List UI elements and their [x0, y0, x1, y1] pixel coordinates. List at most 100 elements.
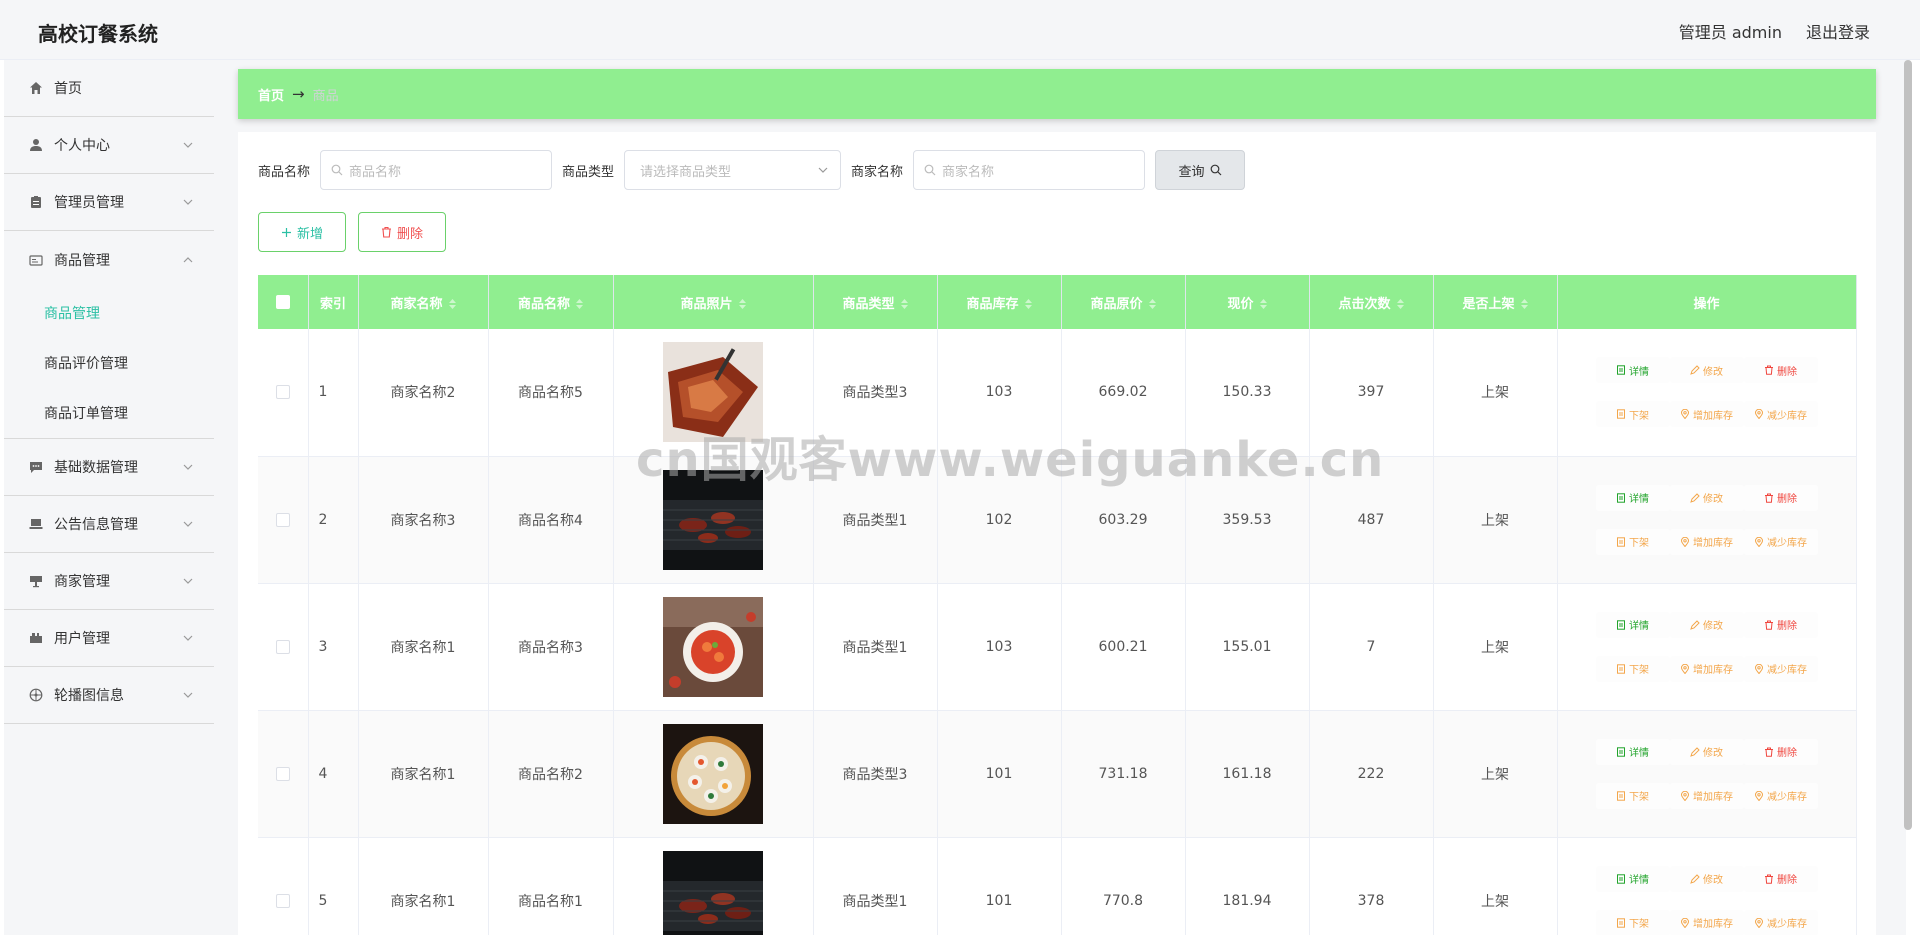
sidebar-subitem-product-review[interactable]: 商品评价管理	[4, 338, 214, 388]
add-button[interactable]: 新增	[258, 212, 346, 252]
document-icon	[1617, 409, 1625, 419]
off-shelf-button[interactable]: 下架	[1595, 401, 1670, 428]
detail-button-label: 详情	[1629, 875, 1649, 886]
col-header-status[interactable]: 是否上架	[1433, 275, 1558, 329]
trash-icon	[1765, 493, 1773, 503]
col-header-type[interactable]: 商品类型	[813, 275, 938, 329]
sidebar-item-carousel[interactable]: 轮播图信息	[4, 667, 214, 724]
edit-button[interactable]: 修改	[1669, 738, 1744, 765]
row-clicks: 7	[1309, 583, 1434, 711]
vertical-scrollbar[interactable]	[1904, 60, 1912, 830]
row-checkbox[interactable]	[275, 766, 290, 781]
delete-row-button-label: 删除	[1777, 494, 1797, 505]
select-all-checkbox[interactable]	[275, 295, 290, 309]
add-stock-button[interactable]: 增加库存	[1669, 909, 1744, 935]
col-header-label: 商品名称	[517, 296, 570, 312]
sidebar-item-label: 用户管理	[54, 631, 110, 647]
delete-button[interactable]: 删除	[358, 212, 446, 252]
add-stock-button[interactable]: 增加库存	[1669, 655, 1744, 682]
off-shelf-button[interactable]: 下架	[1595, 655, 1670, 682]
laptop-icon	[28, 516, 44, 532]
row-checkbox[interactable]	[275, 639, 290, 654]
delete-row-button[interactable]: 删除	[1743, 357, 1818, 384]
breadcrumb-home[interactable]: 首页	[258, 85, 284, 104]
row-status: 上架	[1433, 837, 1558, 935]
col-header-orig-price[interactable]: 商品原价	[1061, 275, 1186, 329]
sidebar-subitem-product-order[interactable]: 商品订单管理	[4, 388, 214, 438]
edit-button[interactable]: 修改	[1669, 357, 1744, 384]
sidebar-item-notice[interactable]: 公告信息管理	[4, 496, 214, 553]
sidebar-item-products[interactable]: 商品管理	[4, 231, 214, 288]
main-area: 首页 → 商品 商品名称 商品名称 商品类型 请选择商品类型 商家名称 商家名称…	[214, 60, 1906, 935]
add-stock-button-label: 增加库存	[1693, 665, 1733, 676]
product-photo	[663, 850, 763, 935]
row-checkbox[interactable]	[275, 893, 290, 908]
logout-link[interactable]: 退出登录	[1806, 19, 1870, 43]
row-checkbox[interactable]	[275, 512, 290, 527]
detail-button-label: 详情	[1629, 748, 1649, 759]
sidebar-item-base-data[interactable]: 基础数据管理	[4, 439, 214, 496]
delete-row-button[interactable]: 删除	[1743, 738, 1818, 765]
edit-button[interactable]: 修改	[1669, 611, 1744, 638]
reduce-stock-button[interactable]: 减少库存	[1743, 782, 1818, 809]
add-stock-button[interactable]: 增加库存	[1669, 528, 1744, 555]
delete-row-button[interactable]: 删除	[1743, 611, 1818, 638]
pencil-icon	[1690, 873, 1700, 884]
sidebar-item-merchant[interactable]: 商家管理	[4, 553, 214, 610]
sidebar: 首页 个人中心 管理员管理 商品管理 商品管理 商品评价管理 商品订单管理 基础…	[4, 60, 214, 935]
merchant-name-input[interactable]: 商家名称	[913, 150, 1146, 190]
detail-button[interactable]: 详情	[1595, 865, 1670, 892]
reduce-stock-button[interactable]: 减少库存	[1743, 655, 1818, 682]
off-shelf-button[interactable]: 下架	[1595, 909, 1670, 935]
col-header-stock[interactable]: 商品库存	[937, 275, 1062, 329]
detail-button[interactable]: 详情	[1595, 611, 1670, 638]
pencil-icon	[1690, 619, 1700, 630]
row-stock: 101	[937, 710, 1062, 838]
product-name-input[interactable]: 商品名称	[320, 150, 553, 190]
add-stock-button[interactable]: 增加库存	[1669, 782, 1744, 809]
location-icon	[1680, 409, 1690, 420]
col-header-merchant[interactable]: 商家名称	[358, 275, 489, 329]
chevron-down-icon	[183, 521, 193, 527]
product-type-select[interactable]: 请选择商品类型	[624, 150, 842, 190]
sidebar-item-label: 公告信息管理	[54, 517, 138, 533]
off-shelf-button[interactable]: 下架	[1595, 528, 1670, 555]
col-header-photo[interactable]: 商品照片	[613, 275, 814, 329]
detail-button[interactable]: 详情	[1595, 484, 1670, 511]
sidebar-item-profile[interactable]: 个人中心	[4, 117, 214, 174]
detail-button[interactable]: 详情	[1595, 738, 1670, 765]
delete-row-button[interactable]: 删除	[1743, 484, 1818, 511]
delete-row-button[interactable]: 删除	[1743, 865, 1818, 892]
current-user[interactable]: 管理员 admin	[1679, 19, 1782, 43]
reduce-stock-button[interactable]: 减少库存	[1743, 528, 1818, 555]
off-shelf-button[interactable]: 下架	[1595, 782, 1670, 809]
product-photo	[663, 469, 763, 570]
detail-button[interactable]: 详情	[1595, 357, 1670, 384]
table-row: 2 商家名称3 商品名称4 商品类型1 102 603.29 359.53 48…	[258, 456, 1857, 584]
row-checkbox[interactable]	[275, 385, 290, 400]
sidebar-item-label: 轮播图信息	[54, 688, 124, 704]
reduce-stock-button-label: 减少库存	[1767, 538, 1807, 549]
edit-button[interactable]: 修改	[1669, 865, 1744, 892]
sort-icon	[576, 299, 583, 309]
document-icon	[1617, 917, 1625, 928]
sidebar-item-home[interactable]: 首页	[4, 60, 214, 117]
col-header-price[interactable]: 现价	[1185, 275, 1310, 329]
add-stock-button[interactable]: 增加库存	[1669, 401, 1744, 428]
sidebar-item-admin[interactable]: 管理员管理	[4, 174, 214, 231]
sidebar-subitem-product-manage[interactable]: 商品管理	[4, 288, 214, 338]
document-icon	[1617, 492, 1625, 503]
reduce-stock-button[interactable]: 减少库存	[1743, 401, 1818, 428]
sidebar-item-users[interactable]: 用户管理	[4, 610, 214, 667]
query-button[interactable]: 查询	[1155, 150, 1246, 190]
edit-button-label: 修改	[1703, 621, 1723, 632]
col-header-name[interactable]: 商品名称	[488, 275, 614, 329]
row-orig-price: 731.18	[1061, 710, 1186, 838]
reduce-stock-button[interactable]: 减少库存	[1743, 909, 1818, 935]
row-product-name: 商品名称1	[488, 837, 614, 935]
product-photo	[663, 596, 763, 697]
edit-button[interactable]: 修改	[1669, 484, 1744, 511]
row-orig-price: 600.21	[1061, 583, 1186, 711]
col-header-clicks[interactable]: 点击次数	[1309, 275, 1434, 329]
col-header-actions: 操作	[1557, 275, 1857, 329]
